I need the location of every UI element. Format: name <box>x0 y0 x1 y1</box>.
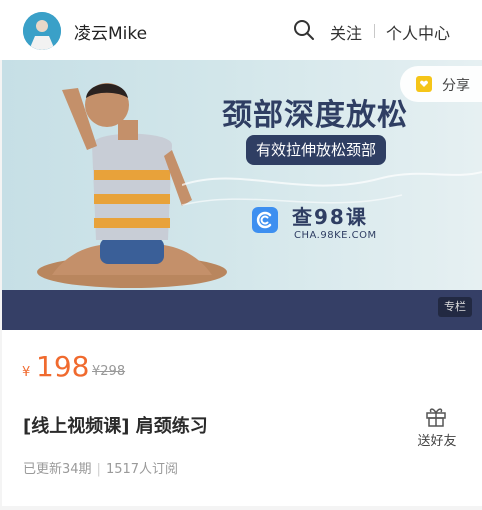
personal-center-link[interactable]: 个人中心 <box>386 20 450 44</box>
share-button[interactable]: 分享 <box>400 66 482 102</box>
banner-subtitle: 有效拉伸放松颈部 <box>246 135 387 165</box>
original-price: ¥298 <box>92 364 126 379</box>
subscriber-count: 1517人订阅 <box>105 462 179 477</box>
follow-button[interactable]: 关注 <box>330 20 362 44</box>
brand-name: 查98课 <box>292 205 368 229</box>
gift-to-friend-button[interactable]: 送好友 <box>412 404 462 449</box>
brand-logo-icon <box>252 207 278 233</box>
course-meta: 已更新34期 | 1517人订阅 <box>23 458 178 477</box>
share-label: 分享 <box>442 78 470 94</box>
column-badge: 专栏 <box>438 297 472 317</box>
banner-strip: 专栏 <box>2 290 482 330</box>
price: 198 <box>36 350 90 383</box>
gift-icon <box>426 408 446 427</box>
update-count: 已更新34期 <box>23 462 92 477</box>
username[interactable]: 凌云Mike <box>74 19 147 44</box>
avatar-image <box>23 12 61 50</box>
share-icon <box>416 76 432 92</box>
search-icon[interactable] <box>293 19 315 41</box>
course-title: [线上视频课] 肩颈练习 <box>23 416 208 437</box>
banner-title: 颈部深度放松 <box>222 98 408 133</box>
gift-label: 送好友 <box>417 434 457 449</box>
brand-url: CHA.98KE.COM <box>294 230 377 241</box>
avatar[interactable] <box>23 12 61 50</box>
product-info: ¥ 198 ¥298 [线上视频课] 肩颈练习 送好友 已更新34期 | 1517人… <box>2 330 482 506</box>
currency-symbol: ¥ <box>22 365 31 380</box>
meta-divider: | <box>96 462 101 477</box>
nav-divider <box>374 24 375 38</box>
top-header: 凌云Mike 关注 个人中心 <box>0 0 482 60</box>
